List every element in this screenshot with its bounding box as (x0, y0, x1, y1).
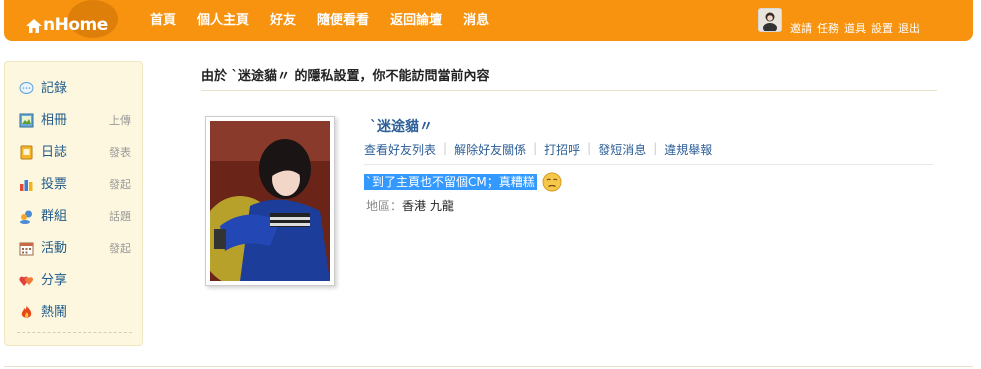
main-nav: 首頁 個人主頁 好友 隨便看看 返回論壇 消息 (150, 0, 510, 41)
report-link[interactable]: 違規舉報 (664, 141, 712, 158)
nav-friends[interactable]: 好友 (270, 0, 296, 41)
invite-link[interactable]: 邀請 (790, 20, 812, 36)
sidebar-item-sub[interactable]: 發起 (109, 240, 131, 258)
action-separator: | (587, 141, 592, 155)
items-link[interactable]: 道具 (844, 20, 866, 36)
nav-profile[interactable]: 個人主頁 (197, 0, 249, 41)
profile-divider (364, 164, 933, 165)
view-friend-list-link[interactable]: 查看好友列表 (364, 141, 436, 158)
sidebar-item-label: 活動 (41, 241, 68, 256)
user-avatar[interactable] (758, 8, 782, 32)
bar-chart-icon (20, 180, 33, 191)
group-icon (20, 210, 32, 224)
sidebar-item-label: 熱鬧 (41, 305, 68, 320)
remove-friend-link[interactable]: 解除好友關係 (454, 141, 526, 158)
footer-divider (4, 366, 973, 367)
sidebar-item-group[interactable]: 群組 話題 (19, 208, 131, 226)
sidebar-item-label: 相冊 (41, 113, 68, 128)
diary-icon (20, 145, 33, 160)
sidebar-item-hot[interactable]: 熱鬧 (19, 304, 131, 322)
user-links: 邀請 任務 道具 設置 退出 (790, 20, 925, 36)
sidebar-item-label: 投票 (41, 177, 68, 192)
action-separator: | (443, 141, 448, 155)
profile-photo[interactable] (205, 116, 335, 286)
sidebar-item-poll[interactable]: 投票 發起 (19, 176, 131, 194)
sidebar: 記錄 相冊 上傳 日誌 發表 投票 發起 群組 話題 活動 發起 分享 熱鬧 (4, 61, 143, 346)
profile-name[interactable]: `迷途貓〃 (370, 116, 433, 136)
fire-icon (21, 306, 32, 318)
sidebar-item-events[interactable]: 活動 發起 (19, 240, 131, 258)
sidebar-item-records[interactable]: 記錄 (19, 80, 131, 98)
sidebar-item-album[interactable]: 相冊 上傳 (19, 112, 131, 130)
calendar-icon (19, 242, 34, 256)
send-message-link[interactable]: 發短消息 (598, 141, 646, 158)
sidebar-item-label: 日誌 (41, 145, 68, 160)
sidebar-item-sub[interactable]: 話題 (109, 208, 131, 226)
region-label: 地區： (366, 199, 403, 213)
action-separator: | (533, 141, 538, 155)
sidebar-item-sub[interactable]: 發表 (109, 144, 131, 162)
privacy-notice: 由於 `迷途貓〃 的隱私設置，你不能訪問當前內容 (201, 66, 937, 91)
profile-photo-image (210, 121, 330, 281)
settings-link[interactable]: 設置 (871, 20, 893, 36)
sidebar-item-label: 分享 (41, 273, 68, 288)
logout-link[interactable]: 退出 (898, 20, 920, 36)
sad-face-icon (542, 172, 562, 192)
sidebar-item-sub[interactable]: 發起 (109, 176, 131, 194)
nav-home[interactable]: 首頁 (150, 0, 176, 41)
sidebar-item-sub[interactable]: 上傳 (109, 112, 131, 130)
sidebar-item-label: 群組 (41, 209, 68, 224)
status-message: `到了主頁也不留個CM；真糟糕 (364, 174, 537, 190)
sidebar-item-share[interactable]: 分享 (19, 272, 131, 290)
chat-bubble-icon (19, 82, 34, 94)
house-icon (26, 19, 42, 33)
sidebar-item-diary[interactable]: 日誌 發表 (19, 144, 131, 162)
site-logo[interactable]: nHome (26, 0, 126, 38)
logo-text: nHome (43, 15, 108, 35)
action-separator: | (653, 141, 658, 155)
nav-forum[interactable]: 返回論壇 (390, 0, 442, 41)
sidebar-divider (17, 332, 132, 333)
hearts-icon (19, 276, 34, 286)
region-value: 香港 九龍 (402, 199, 454, 213)
greet-link[interactable]: 打招呼 (544, 141, 580, 158)
tasks-link[interactable]: 任務 (817, 20, 839, 36)
region-info: 地區：香港 九龍 (366, 197, 454, 214)
nav-messages[interactable]: 消息 (463, 0, 489, 41)
sidebar-item-label: 記錄 (41, 81, 68, 96)
nav-browse[interactable]: 隨便看看 (317, 0, 369, 41)
top-bar: nHome 首頁 個人主頁 好友 隨便看看 返回論壇 消息 邀請 任務 道具 設… (4, 0, 973, 41)
photo-album-icon (19, 113, 34, 128)
profile-actions: 查看好友列表 | 解除好友關係 | 打招呼 | 發短消息 | 違規舉報 (364, 141, 712, 158)
